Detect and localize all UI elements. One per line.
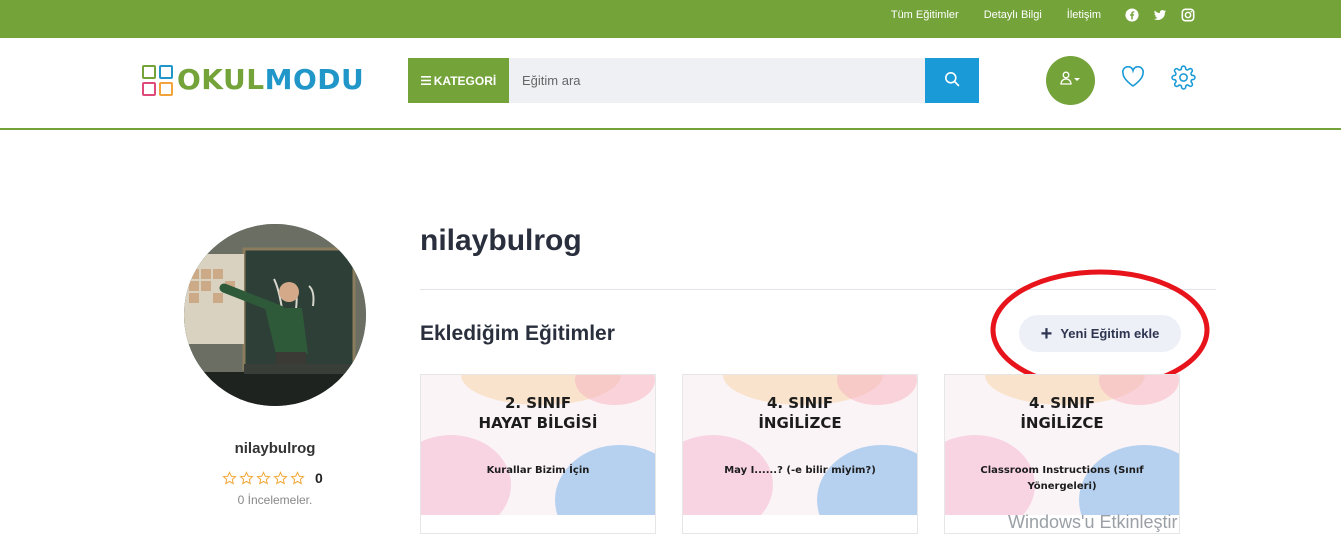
link-contact[interactable]: İletişim [1067,9,1101,21]
course-topic: May I......? (-e bilir miyim?) [724,465,876,476]
logo-text-okul: OKUL [177,63,265,96]
section-title: Eklediğim Eğitimler [420,322,615,345]
course-topic: Kurallar Bizim İçin [486,465,590,476]
course-topic: Classroom Instructions (Sınıf Yönergeler… [980,465,1144,492]
site-logo[interactable]: OKUL MODU [142,64,364,96]
course-card[interactable]: 2. SINIF HAYAT BİLGİSİ Kurallar Bizim İçi… [420,374,656,534]
course-thumbnail: 4. SINIF İNGİLİZCE Classroom Instructions… [945,375,1179,515]
rating-value: 0 [315,470,323,486]
windows-activation-watermark: Windows'u Etkinleştir [1008,512,1178,532]
top-bar: Tüm Eğitimler Detaylı Bilgi İletişim [0,0,1341,38]
logo-text-modu: MODU [264,63,365,96]
course-card[interactable]: 4. SINIF İNGİLİZCE Classroom Instructions… [944,374,1180,534]
facebook-icon[interactable] [1125,8,1139,22]
star-icon [222,470,237,485]
menu-icon [420,74,431,88]
twitter-icon[interactable] [1153,8,1167,22]
course-thumbnail: 4. SINIF İNGİLİZCE May I......? (-e bilir… [683,375,917,515]
course-grade: 4. SINIF İNGİLİZCE [1020,394,1104,432]
social-links [1125,8,1195,22]
star-icon [273,470,288,485]
course-grade: 2. SINIF HAYAT BİLGİSİ [478,394,598,432]
logo-tiles [142,64,173,96]
profile-avatar [184,224,366,406]
instagram-icon[interactable] [1181,8,1195,22]
course-grade: 4. SINIF İNGİLİZCE [758,394,842,432]
user-icon [1059,71,1082,90]
category-label: KATEGORİ [433,73,497,88]
link-details[interactable]: Detaylı Bilgi [984,9,1042,21]
user-menu-button[interactable] [1046,56,1095,105]
review-count: 0 İncelemeler. [237,493,313,507]
main-header: OKUL MODU KATEGORİ [0,38,1341,130]
search-button[interactable] [925,58,979,103]
category-button[interactable]: KATEGORİ [408,58,509,103]
star-icon [239,470,254,485]
search-icon [944,71,960,90]
top-links: Tüm Eğitimler Detaylı Bilgi İletişim [891,0,1101,30]
settings-gear-icon[interactable] [1171,65,1196,95]
favorites-heart-icon[interactable] [1121,65,1145,93]
star-icon [290,470,305,485]
rating-stars: 0 [222,470,323,486]
link-all-courses[interactable]: Tüm Eğitimler [891,9,959,21]
search-input[interactable] [509,58,925,103]
profile-title: nilaybulrog [420,224,582,257]
course-thumbnail: 2. SINIF HAYAT BİLGİSİ Kurallar Bizim İçi… [421,375,655,515]
sidebar-username: nilaybulrog [234,440,316,457]
course-card[interactable]: 4. SINIF İNGİLİZCE May I......? (-e bilir… [682,374,918,534]
star-icon [256,470,271,485]
